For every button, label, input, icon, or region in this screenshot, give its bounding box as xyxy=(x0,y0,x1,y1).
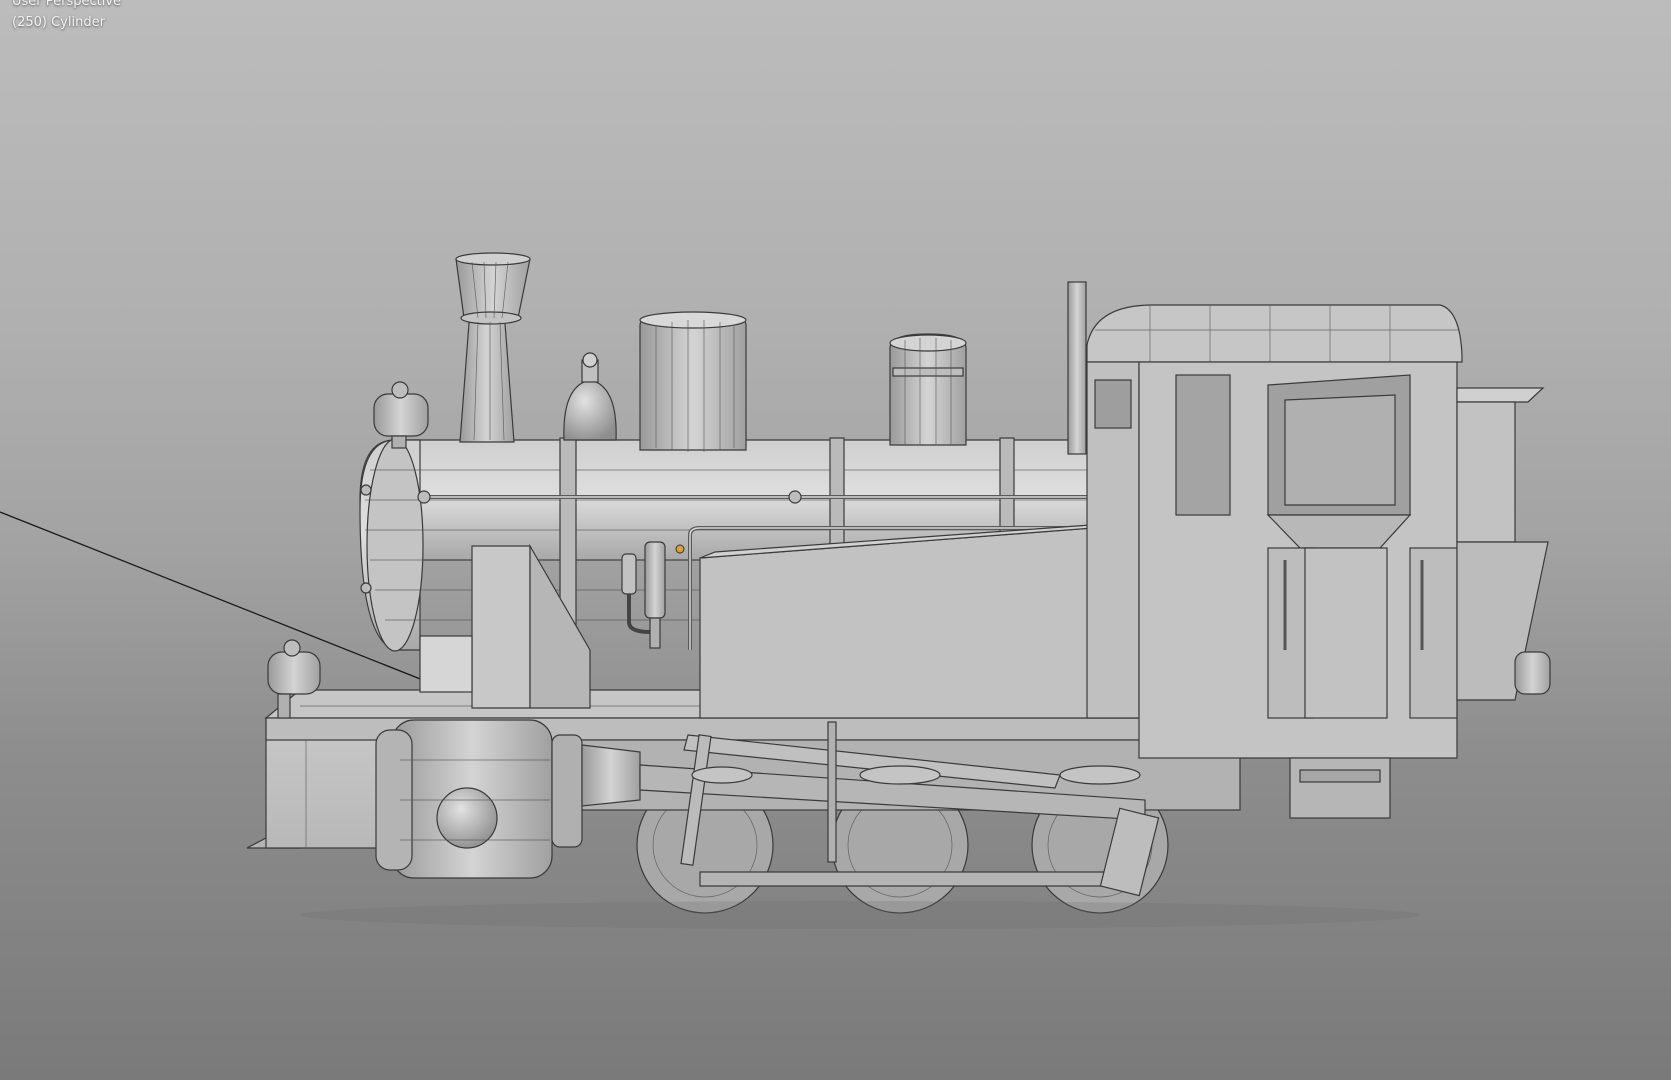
3d-viewport[interactable]: User Perspective (250) Cylinder xyxy=(0,0,1671,1080)
chimney[interactable] xyxy=(455,252,531,443)
cab-pipe[interactable] xyxy=(1067,281,1087,455)
cab[interactable] xyxy=(1086,304,1463,819)
ground-shadow xyxy=(300,901,1420,929)
locomotive-model[interactable] xyxy=(0,0,1671,1080)
smokebox-stud-bottom xyxy=(360,582,372,594)
front-lamp-upper[interactable] xyxy=(373,381,429,449)
steam-dome[interactable] xyxy=(639,311,747,452)
coal-bunker[interactable] xyxy=(1456,387,1551,701)
sand-dome[interactable] xyxy=(889,333,967,446)
safety-valve[interactable] xyxy=(563,352,617,441)
smokebox-stud-top xyxy=(360,484,372,496)
accent-valve[interactable] xyxy=(675,544,685,554)
